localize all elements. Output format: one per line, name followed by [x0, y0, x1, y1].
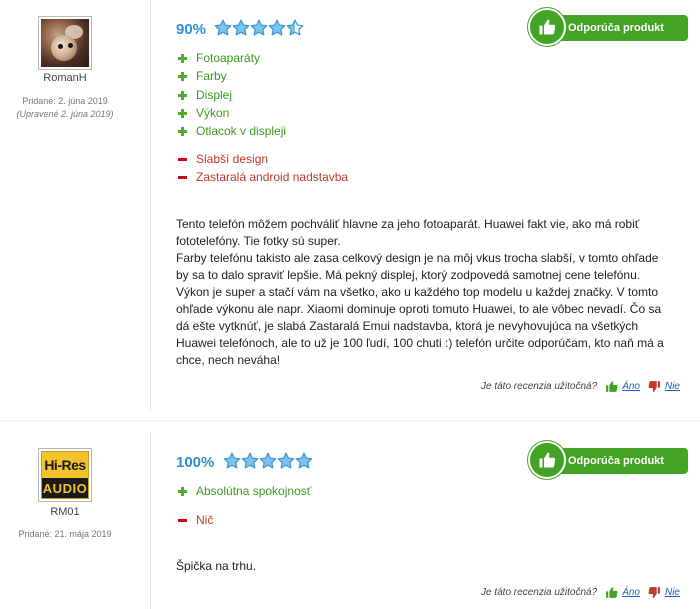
- recommend-label: Odporúča produkt: [568, 455, 664, 467]
- plus-icon: [178, 90, 187, 100]
- pro-item: Otlacok v displeji: [176, 122, 286, 140]
- column-divider: [150, 0, 151, 410]
- pro-item: Displej: [176, 86, 286, 104]
- review-text: Tento telefón môžem pochváliť hlavne za …: [176, 216, 666, 369]
- star-icon: [268, 19, 286, 36]
- thumbs-up-icon[interactable]: [605, 380, 618, 393]
- star-icon: [250, 19, 268, 36]
- plus-icon: [178, 127, 187, 137]
- review-paragraph: Špička na trhu.: [176, 559, 257, 573]
- date-added: Pridané: 21. mája 2019: [18, 529, 112, 539]
- reviewer-column: Hi-Res AUDIO RM01 Pridané: 21. mája 2019: [0, 432, 150, 609]
- pro-item: Absolútna spokojnosť: [176, 482, 311, 500]
- review-text: Špička na trhu.: [176, 558, 666, 575]
- minus-icon: [178, 173, 187, 182]
- review-card: Hi-Res AUDIO RM01 Pridané: 21. mája 2019…: [0, 432, 700, 609]
- vote-no-link[interactable]: Nie: [665, 587, 680, 598]
- star-icon: [223, 452, 241, 469]
- reviewer-name[interactable]: RM01: [0, 506, 130, 518]
- star-icon: [232, 19, 250, 36]
- star-icon: [214, 19, 232, 36]
- review-date: Pridané: 2. júna 2019 (Upravené 2. júna …: [0, 95, 130, 121]
- avatar[interactable]: Hi-Res AUDIO: [38, 448, 92, 502]
- star-icon: [286, 19, 304, 36]
- avatar-photo: [41, 19, 89, 67]
- vote-no-link[interactable]: Nie: [665, 381, 680, 392]
- review-card: RomanH Pridané: 2. júna 2019 (Upravené 2…: [0, 0, 700, 410]
- recommends-product-badge: Odporúča produkt: [528, 441, 688, 479]
- vote-yes-link[interactable]: Áno: [622, 381, 640, 392]
- con-item: Nič: [176, 511, 213, 529]
- thumbs-up-icon: [528, 8, 566, 46]
- pros-list: Absolútna spokojnosť: [176, 482, 311, 500]
- pro-item: Fotoaparáty: [176, 49, 286, 67]
- review-date: Pridané: 21. mája 2019: [0, 528, 130, 541]
- plus-icon: [178, 108, 187, 118]
- cons-list: Slabší design Zastaralá android nadstavb…: [176, 150, 348, 187]
- rating-score: 100%: [176, 454, 215, 471]
- minus-icon: [178, 155, 187, 164]
- recommends-product-badge: Odporúča produkt: [528, 8, 688, 46]
- thumbs-up-icon: [528, 441, 566, 479]
- minus-icon: [178, 516, 187, 525]
- helpful-question: Je táto recenzia užitočná?: [481, 381, 598, 392]
- review-paragraph: Tento telefón môžem pochváliť hlavne za …: [176, 217, 640, 248]
- star-icon: [241, 452, 259, 469]
- star-icon: [295, 452, 313, 469]
- date-edited: (Upravené 2. júna 2019): [16, 109, 114, 119]
- review-paragraph: Farby telefónu takisto ale zasa celkový …: [176, 251, 664, 367]
- plus-icon: [178, 72, 187, 82]
- star-icon: [277, 452, 295, 469]
- thumbs-up-icon[interactable]: [605, 586, 618, 599]
- avatar[interactable]: [38, 16, 92, 70]
- reviewer-name[interactable]: RomanH: [0, 72, 130, 84]
- con-item: Slabší design: [176, 150, 348, 168]
- plus-icon: [178, 487, 187, 496]
- con-item: Zastaralá android nadstavba: [176, 168, 348, 186]
- pros-list: Fotoaparáty Farby Displej Výkon Otlacok …: [176, 49, 286, 140]
- star-icon: [259, 452, 277, 469]
- helpful-vote: Je táto recenzia užitočná? Áno Nie: [481, 586, 684, 599]
- thumbs-down-icon[interactable]: [648, 586, 661, 599]
- star-rating: [214, 19, 304, 37]
- date-added: Pridané: 2. júna 2019: [22, 96, 108, 106]
- pro-item: Výkon: [176, 104, 286, 122]
- pro-item: Farby: [176, 67, 286, 85]
- vote-yes-link[interactable]: Áno: [622, 587, 640, 598]
- helpful-question: Je táto recenzia užitočná?: [481, 587, 598, 598]
- rating-score: 90%: [176, 21, 207, 38]
- recommend-label: Odporúča produkt: [568, 22, 664, 34]
- hi-res-audio-logo: Hi-Res AUDIO: [41, 451, 89, 499]
- review-divider: [0, 420, 700, 421]
- star-rating: [223, 452, 313, 470]
- plus-icon: [178, 54, 187, 63]
- reviewer-column: RomanH Pridané: 2. júna 2019 (Upravené 2…: [0, 0, 150, 410]
- cons-list: Nič: [176, 511, 213, 529]
- thumbs-down-icon[interactable]: [648, 380, 661, 393]
- column-divider: [150, 432, 151, 609]
- helpful-vote: Je táto recenzia užitočná? Áno Nie: [481, 380, 684, 393]
